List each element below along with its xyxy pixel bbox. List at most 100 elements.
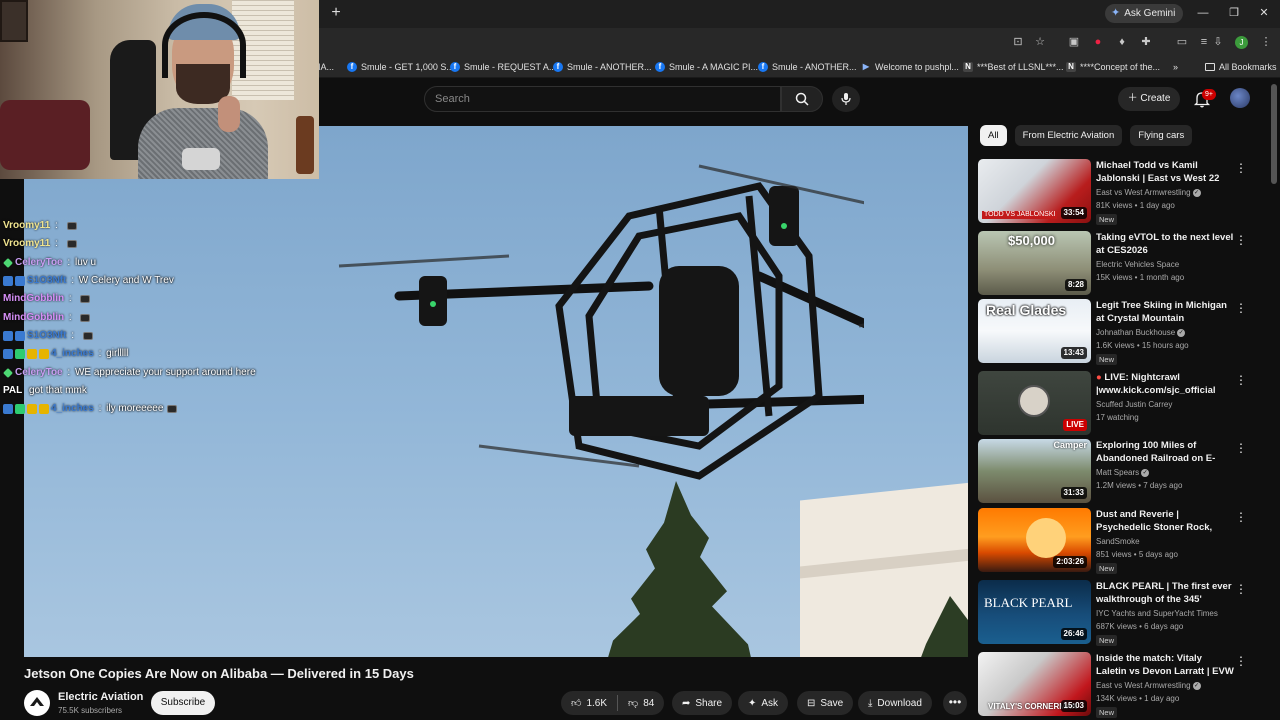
minimize-button[interactable]: — xyxy=(1195,5,1211,21)
bookmark-item[interactable]: N ****Concept of the... xyxy=(1066,60,1160,74)
recommendation-thumbnail[interactable]: 2:03:26 xyxy=(978,508,1091,572)
chat-username[interactable]: S1O3Nft xyxy=(27,272,66,290)
downloads-icon[interactable]: ⇩ xyxy=(1210,34,1226,50)
share-button[interactable]: ➦ Share xyxy=(672,691,733,715)
chip-all[interactable]: All xyxy=(980,125,1007,146)
recommendation-thumbnail[interactable]: LIVE xyxy=(978,371,1091,435)
like-button[interactable]: 👍︎ 1.6K xyxy=(561,691,617,715)
bookmark-star-icon[interactable]: ☆ xyxy=(1032,34,1048,50)
recommendation-channel[interactable]: Matt Spears ✓ xyxy=(1096,467,1236,478)
close-window-button[interactable]: ✕ xyxy=(1256,5,1272,21)
bookmark-item[interactable]: IA... xyxy=(318,60,334,74)
chat-username[interactable]: MindGobblin xyxy=(3,309,64,327)
kebab-menu-icon[interactable]: ⋮ xyxy=(1235,510,1247,524)
recommendation-title[interactable]: Taking eVTOL to the next level at CES202… xyxy=(1096,231,1234,257)
recommendation-title[interactable]: BLACK PEARL | The first ever walkthrough… xyxy=(1096,580,1234,606)
recommendation-thumbnail[interactable]: Real Glades 13:43 xyxy=(978,299,1091,363)
kebab-menu-icon[interactable]: ⋮ xyxy=(1235,233,1247,247)
channel-avatar[interactable] xyxy=(24,690,50,716)
restore-button[interactable]: ❐ xyxy=(1226,5,1242,21)
chat-username[interactable]: MindGobblin xyxy=(3,290,64,308)
chat-username[interactable]: Vroomy11 xyxy=(3,217,50,235)
recommendation-title[interactable]: Legit Tree Skiing in Michigan at Crystal… xyxy=(1096,299,1234,325)
extension-red-icon[interactable]: ● xyxy=(1090,34,1106,50)
chat-username[interactable]: PAL xyxy=(3,382,22,400)
recommendation-thumbnail[interactable]: Camper 31:33 xyxy=(978,439,1091,503)
recommendation-channel[interactable]: Electric Vehicles Space xyxy=(1096,259,1236,270)
search-input[interactable]: Search xyxy=(424,86,781,112)
recommendation-card[interactable]: Real Glades 13:43 Legit Tree Skiing in Mic… xyxy=(978,299,1253,365)
recommendation-title[interactable]: Dust and Reverie | Psychedelic Stoner Ro… xyxy=(1096,508,1234,534)
kebab-menu-icon[interactable]: ⋮ xyxy=(1235,301,1247,315)
recommendation-title-text: Legit Tree Skiing in Michigan at Crystal… xyxy=(1096,300,1227,324)
tab-search-icon[interactable]: ▭ xyxy=(1174,34,1190,50)
kebab-menu-icon[interactable]: ⋮ xyxy=(1235,373,1247,387)
recommendation-card[interactable]: TODD VS JABLONSKI 33:54 Michael Todd vs Ka… xyxy=(978,159,1253,225)
chat-username[interactable]: S1O3Nft xyxy=(27,327,66,345)
bookmark-item[interactable]: f Smule - GET 1,000 S... xyxy=(347,60,454,74)
channel-name[interactable]: Electric Aviation xyxy=(58,690,143,704)
microphone-icon xyxy=(841,93,851,105)
kebab-menu-icon[interactable]: ⋮ xyxy=(1235,441,1247,455)
chat-username[interactable]: 4_inches xyxy=(51,400,94,418)
chat-username[interactable]: Vroomy11 xyxy=(3,235,50,253)
duration-badge: 33:54 xyxy=(1060,207,1087,219)
facebook-icon: f xyxy=(347,62,357,72)
kebab-menu-icon[interactable]: ⋮ xyxy=(1235,582,1247,596)
recommendation-card[interactable]: BLACK PEARL 26:46 BLACK PEARL | The first … xyxy=(978,580,1253,646)
chat-username[interactable]: 4_inches xyxy=(51,345,94,363)
chip-from-channel[interactable]: From Electric Aviation xyxy=(1014,125,1123,146)
recommendation-card[interactable]: Camper 31:33 Exploring 100 Miles of Abando… xyxy=(978,439,1253,503)
recommendation-card[interactable]: $50,000 8:28 Taking eVTOL to the next leve… xyxy=(978,231,1253,295)
recommendation-title[interactable]: Exploring 100 Miles of Abandoned Railroa… xyxy=(1096,439,1234,465)
chat-username[interactable]: CeleryToe xyxy=(15,364,63,382)
all-bookmarks-button[interactable]: All Bookmarks xyxy=(1205,60,1277,74)
profile-avatar[interactable]: J xyxy=(1235,36,1248,49)
recommendation-channel[interactable]: Johnathan Buckhouse ✓ xyxy=(1096,327,1236,338)
ask-gemini-button[interactable]: ✦ Ask Gemini xyxy=(1105,4,1184,23)
kebab-menu-icon[interactable]: ⋮ xyxy=(1235,161,1247,175)
recommendation-channel[interactable]: SandSmoke xyxy=(1096,536,1236,547)
sidebar-scrollbar[interactable] xyxy=(1271,84,1277,184)
chip-flying-cars[interactable]: Flying cars xyxy=(1130,125,1193,146)
bookmark-item[interactable]: f Smule - ANOTHER... xyxy=(758,60,857,74)
bookmark-item[interactable]: ▶ Welcome to pushpl... xyxy=(861,60,959,74)
install-app-icon[interactable]: ⊡ xyxy=(1010,34,1026,50)
download-button[interactable]: ⤓ Download xyxy=(858,691,932,715)
account-avatar[interactable] xyxy=(1230,88,1250,108)
bookmark-item[interactable]: N ***Best of LLSNL***... xyxy=(963,60,1064,74)
recommendation-card[interactable]: LIVE ● LIVE: Nightcrawl |www.kick.com/sjc… xyxy=(978,371,1253,435)
ask-button[interactable]: ✦ Ask xyxy=(738,691,789,715)
browser-menu-icon[interactable]: ⋮ xyxy=(1258,34,1274,50)
extension-icon[interactable]: ▣ xyxy=(1066,34,1082,50)
bookmark-item[interactable]: f Smule - A MAGIC PI... xyxy=(655,60,758,74)
subscribe-button[interactable]: Subscribe xyxy=(151,691,215,715)
new-tab-button[interactable]: + xyxy=(328,5,344,21)
extensions-puzzle-icon[interactable]: ✚ xyxy=(1138,34,1154,50)
bookmark-item[interactable]: f Smule - ANOTHER... xyxy=(553,60,652,74)
voice-search-button[interactable] xyxy=(832,86,860,112)
recommendation-title[interactable]: Inside the match: Vitaly Laletin vs Devo… xyxy=(1096,652,1234,678)
recommendation-thumbnail[interactable]: TODD VS JABLONSKI 33:54 xyxy=(978,159,1091,223)
recommendation-channel[interactable]: East vs West Armwrestling ✓ xyxy=(1096,680,1236,691)
bookmark-item[interactable]: f Smule - REQUEST A... xyxy=(450,60,556,74)
kebab-menu-icon[interactable]: ⋮ xyxy=(1235,654,1247,668)
recommendation-thumbnail[interactable]: VITALY'S CORNERMAN 15:03 xyxy=(978,652,1091,716)
create-button[interactable]: ＋ Create xyxy=(1118,87,1180,111)
recommendation-channel[interactable]: East vs West Armwrestling ✓ xyxy=(1096,187,1236,198)
recommendation-card[interactable]: 2:03:26 Dust and Reverie | Psychedelic St… xyxy=(978,508,1253,574)
extension-flame-icon[interactable]: ♦ xyxy=(1114,34,1130,50)
recommendation-card[interactable]: VITALY'S CORNERMAN 15:03 Inside the match:… xyxy=(978,652,1253,718)
more-actions-button[interactable]: ••• xyxy=(943,691,967,715)
save-button[interactable]: ⊟ Save xyxy=(797,691,854,715)
dislike-button[interactable]: 👎︎ 84 xyxy=(618,691,664,715)
chat-username[interactable]: CeleryToe xyxy=(15,254,63,272)
recommendation-thumbnail[interactable]: BLACK PEARL 26:46 xyxy=(978,580,1091,644)
recommendation-channel[interactable]: Scuffed Justin Carrey xyxy=(1096,399,1236,410)
recommendation-channel[interactable]: IYC Yachts and SuperYacht Times xyxy=(1096,608,1236,619)
bookmarks-overflow-button[interactable]: » xyxy=(1173,60,1178,74)
search-button[interactable] xyxy=(781,86,823,112)
recommendation-title[interactable]: Michael Todd vs Kamil Jablonski | East v… xyxy=(1096,159,1234,185)
recommendation-title[interactable]: ● LIVE: Nightcrawl |www.kick.com/sjc_off… xyxy=(1096,371,1234,397)
recommendation-thumbnail[interactable]: $50,000 8:28 xyxy=(978,231,1091,295)
